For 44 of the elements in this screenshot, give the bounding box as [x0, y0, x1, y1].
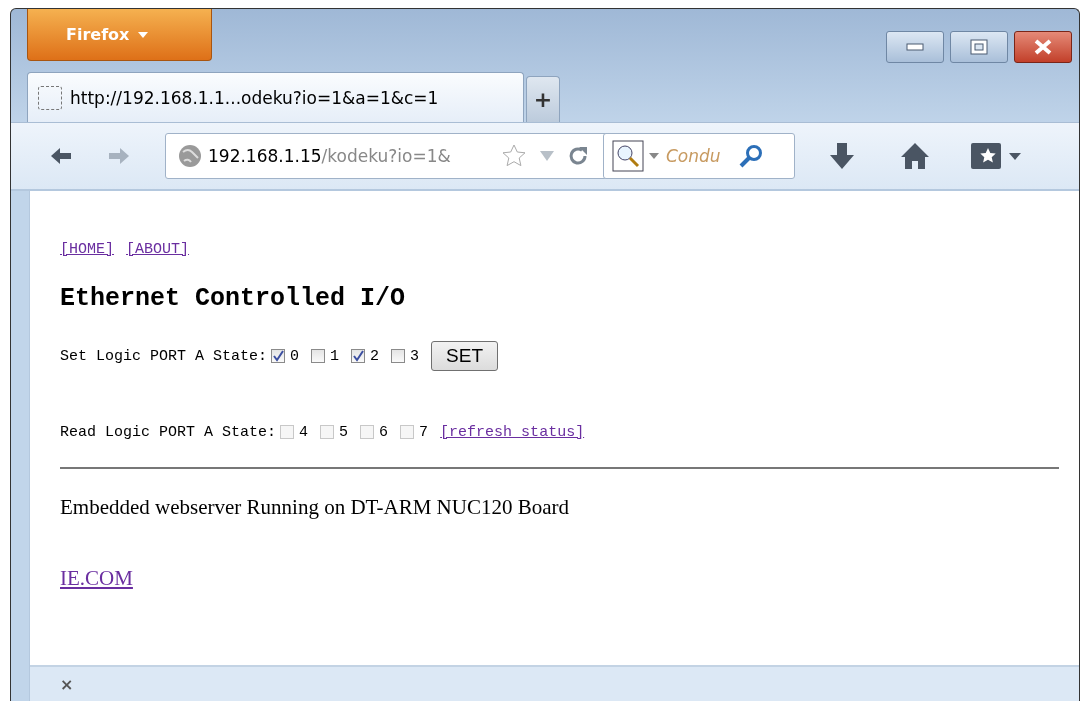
search-engine-icon[interactable] — [612, 140, 644, 172]
caret-icon — [137, 30, 150, 39]
row-label: Set Logic PORT A State: — [60, 347, 268, 365]
checkbox-label: 4 — [299, 423, 309, 441]
browser-tab[interactable]: http://192.168.1.1...odeku?io=1&a=1&c=1 — [27, 72, 524, 122]
checkbox-label: 7 — [419, 423, 429, 441]
reload-icon[interactable] — [567, 145, 589, 167]
search-input[interactable]: Condu — [664, 145, 734, 167]
refresh-link[interactable]: [refresh status] — [440, 423, 585, 441]
close-status-button[interactable]: × — [60, 674, 74, 694]
footer-link[interactable]: IE.COM — [60, 566, 133, 591]
close-icon — [1033, 39, 1053, 55]
set-button[interactable]: SET — [431, 341, 499, 371]
row-label: Read Logic PORT A State: — [60, 423, 277, 441]
footer-text: Embedded webserver Running on DT-ARM NUC120 Board — [60, 495, 570, 520]
checkbox[interactable] — [391, 349, 406, 363]
globe-icon — [178, 144, 202, 168]
nav-link[interactable]: [HOME] — [60, 241, 114, 258]
checkbox-label: 5 — [339, 423, 349, 441]
checkbox-label: 0 — [290, 347, 300, 365]
search-field[interactable]: Condu — [603, 133, 795, 179]
nav-link[interactable]: [ABOUT] — [126, 241, 190, 258]
checkbox-label: 1 — [330, 347, 340, 365]
minimize-button[interactable] — [886, 31, 944, 63]
minimize-icon — [906, 43, 924, 51]
maximize-icon — [970, 39, 988, 55]
home-icon[interactable] — [899, 141, 931, 171]
checkbox[interactable] — [351, 349, 366, 363]
checkbox[interactable] — [271, 349, 286, 363]
star-icon[interactable] — [501, 143, 527, 169]
search-icon[interactable] — [738, 143, 764, 169]
download-icon[interactable] — [827, 141, 857, 171]
close-button[interactable] — [1014, 31, 1072, 63]
caret-icon[interactable] — [648, 152, 660, 160]
checkbox-label: 6 — [379, 423, 389, 441]
checkbox[interactable] — [311, 349, 326, 363]
maximize-button[interactable] — [950, 31, 1008, 63]
back-icon[interactable] — [49, 146, 73, 166]
new-tab-button[interactable]: + — [526, 76, 560, 122]
page-icon — [38, 85, 62, 110]
checkbox-label: 2 — [370, 347, 380, 365]
checkbox-label: 3 — [410, 347, 420, 365]
bookmarks-icon[interactable] — [969, 141, 1023, 171]
page-heading: Ethernet Controlled I/O — [60, 284, 407, 313]
